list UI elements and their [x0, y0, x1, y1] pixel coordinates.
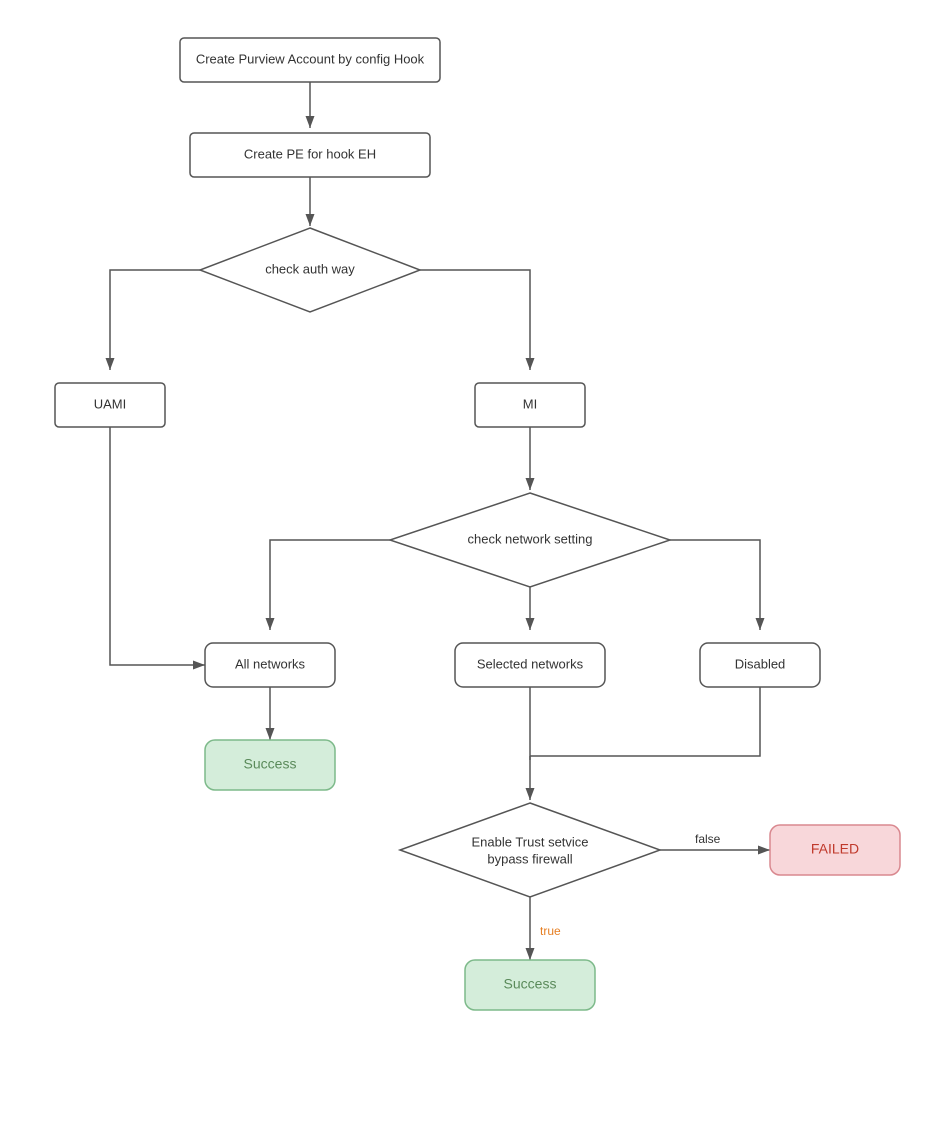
label-false: false: [695, 832, 721, 846]
arrow-checkauth-uami: [110, 270, 200, 370]
arrow-disabled-mergepoint: [530, 687, 760, 756]
mi-label: MI: [523, 396, 537, 411]
arrow-checknetwork-disabled: [670, 540, 760, 630]
uami-label: UAMI: [94, 396, 127, 411]
enabletrust-label2: bypass firewall: [487, 851, 572, 866]
flowchart-canvas: Create Purview Account by config Hook Cr…: [0, 0, 944, 1140]
arrow-checkauth-mi: [420, 270, 530, 370]
enabletrust-node: [400, 803, 660, 897]
failed-label: FAILED: [811, 841, 859, 857]
createpe-label: Create PE for hook EH: [244, 146, 376, 161]
disabled-label: Disabled: [735, 656, 786, 671]
selectednetworks-label: Selected networks: [477, 656, 584, 671]
checknetwork-label: check network setting: [467, 531, 592, 546]
checkauth-label: check auth way: [265, 261, 355, 276]
allnetworks-label: All networks: [235, 656, 306, 671]
enabletrust-label1: Enable Trust setvice: [471, 834, 588, 849]
arrow-checknetwork-allnetworks: [270, 540, 390, 630]
arrow-uami-allnetworks: [110, 427, 205, 665]
flowchart-svg: Create Purview Account by config Hook Cr…: [0, 0, 944, 1140]
success2-label: Success: [504, 976, 557, 992]
label-true: true: [540, 924, 561, 938]
success1-label: Success: [244, 756, 297, 772]
purview-label: Create Purview Account by config Hook: [196, 51, 425, 66]
